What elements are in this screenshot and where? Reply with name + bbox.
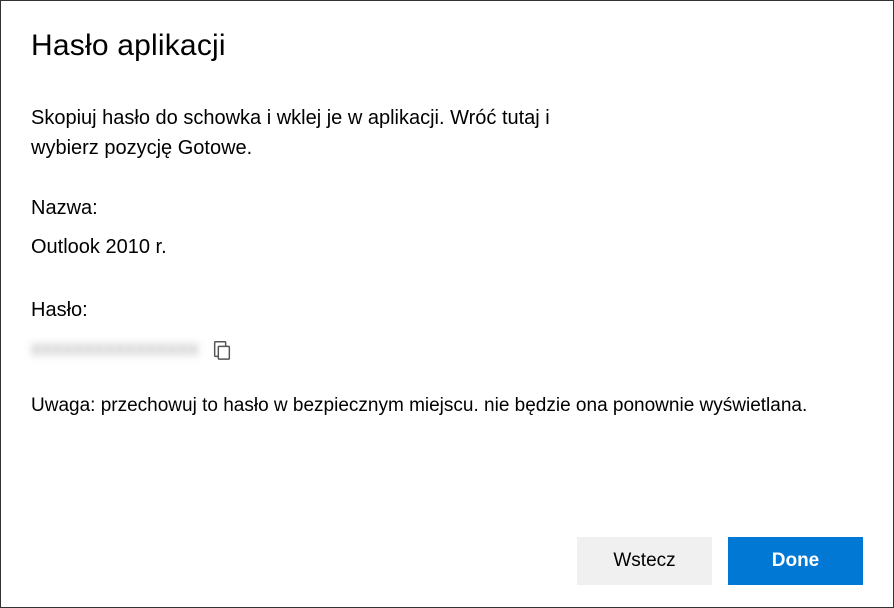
back-button[interactable]: Wstecz xyxy=(577,537,712,585)
name-value: Outlook 2010 r. xyxy=(31,236,863,259)
done-button[interactable]: Done xyxy=(728,537,863,585)
button-row: Wstecz Done xyxy=(31,537,863,585)
instructions-text: Skopiuj hasło do schowka i wklej je w ap… xyxy=(31,103,571,163)
password-value: xxxxxxxxxxxxxxxx xyxy=(31,338,199,361)
dialog-title: Hasło aplikacji xyxy=(31,29,863,63)
password-row: xxxxxxxxxxxxxxxx xyxy=(31,338,863,361)
name-label: Nazwa: xyxy=(31,197,863,220)
copy-icon[interactable] xyxy=(211,339,233,361)
password-label: Hasło: xyxy=(31,299,863,322)
note-text: Uwaga: przechowuj to hasło w bezpiecznym… xyxy=(31,395,863,417)
